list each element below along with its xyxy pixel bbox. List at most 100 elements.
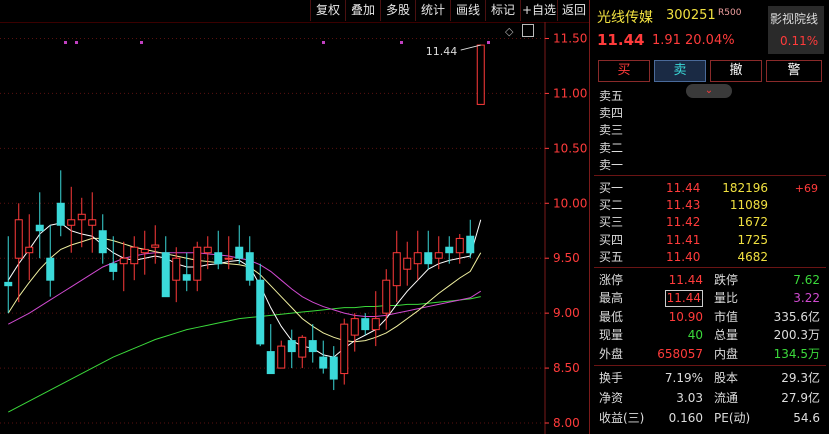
panel-toggle-icon[interactable] xyxy=(522,24,534,37)
sector-box[interactable]: 影视院线 0.11% xyxy=(768,6,824,54)
buy-button[interactable]: 买 xyxy=(598,60,650,82)
order-book-row[interactable]: 买一 11.44 182196 +69 xyxy=(590,180,829,197)
order-book-row[interactable]: 买四 11.41 1725 xyxy=(590,232,829,249)
order-book-row[interactable]: 卖四 xyxy=(590,105,829,122)
candle xyxy=(319,340,328,374)
candle xyxy=(413,230,422,281)
candle-body xyxy=(56,202,65,226)
y-tick-label: 10.00 xyxy=(553,196,587,210)
candle-body xyxy=(193,246,202,281)
order-volume: 1672 xyxy=(737,215,768,230)
candle xyxy=(476,44,485,105)
y-tick-label: 8.50 xyxy=(553,361,580,375)
toolbar-back-button[interactable]: 返回 xyxy=(557,0,590,21)
y-tick-label: 11.50 xyxy=(553,31,587,45)
toolbar-overlay-button[interactable]: 叠加 xyxy=(345,0,380,21)
order-level-label: 卖四 xyxy=(599,106,624,121)
order-book-row[interactable]: 卖二 xyxy=(590,140,829,157)
candle-body xyxy=(403,257,412,270)
order-price: 11.42 xyxy=(666,215,701,230)
candle xyxy=(403,241,412,286)
candle xyxy=(392,230,401,303)
candle xyxy=(350,313,359,352)
order-book-row[interactable]: 卖三 xyxy=(590,122,829,139)
diamond-icon[interactable]: ◇ xyxy=(505,25,513,38)
order-volume: 4682 xyxy=(737,249,768,264)
sector-change: 0.11% xyxy=(780,34,819,48)
toolbar-multi-stock-button[interactable]: 多股 xyxy=(380,0,415,21)
candle-body xyxy=(287,340,296,353)
order-level-label: 卖二 xyxy=(599,140,624,155)
candle-body xyxy=(235,246,244,259)
stat-label: 量比 xyxy=(714,291,739,306)
candlestick-chart[interactable]: 11.50 11.00 10.50 10.00 9.50 9.00 8.50 8.00 11.… xyxy=(0,22,589,434)
order-level-label: 卖五 xyxy=(599,89,624,103)
stats-divider xyxy=(594,365,826,366)
order-book-row[interactable]: 卖一 xyxy=(590,157,829,174)
order-volume: 1725 xyxy=(737,232,768,247)
order-book-row[interactable]: 买三 11.42 1672 xyxy=(590,214,829,231)
candle-body xyxy=(371,318,380,331)
fundamental-row: 收益(三) 0.160 PE(动) 54.6 xyxy=(590,410,829,427)
candle-body xyxy=(266,351,275,375)
sector-name: 影视院线 xyxy=(770,12,819,26)
candle-body xyxy=(35,224,44,232)
order-book-row[interactable]: 买五 11.40 4682 xyxy=(590,249,829,266)
candle-body xyxy=(298,336,307,358)
candle-body xyxy=(308,340,317,353)
candle-body xyxy=(256,279,265,345)
stat-value: 29.3亿 xyxy=(781,371,820,385)
y-tick-label: 11.00 xyxy=(553,86,587,100)
candle-body xyxy=(161,252,170,298)
candle-body xyxy=(434,252,443,259)
toolbar-add-watchlist-button[interactable]: +自选 xyxy=(520,0,557,21)
candle xyxy=(88,192,97,253)
toolbar-statistics-button[interactable]: 统计 xyxy=(415,0,450,21)
toolbar-mark-button[interactable]: 标记 xyxy=(485,0,520,21)
candle xyxy=(277,340,286,369)
stat-row: 现量 40 总量 200.3万 xyxy=(590,327,829,344)
candle-body xyxy=(25,246,34,254)
order-level-label: 买二 xyxy=(599,198,624,213)
alert-button[interactable]: 警 xyxy=(766,60,822,82)
candle-body xyxy=(329,356,338,380)
candle-body xyxy=(382,279,391,314)
order-book-row[interactable]: 卖五 xyxy=(590,88,829,105)
ma5-line xyxy=(7,219,482,358)
event-marker xyxy=(400,41,403,44)
order-level-label: 买三 xyxy=(599,215,624,230)
order-book-row[interactable]: 买二 11.43 11089 xyxy=(590,197,829,214)
order-volume: 182196 xyxy=(722,181,768,195)
stat-value: 10.90 xyxy=(668,309,703,324)
stat-value: 40 xyxy=(687,328,703,343)
candle-body xyxy=(67,219,76,226)
stat-value: 7.19% xyxy=(664,371,703,385)
stat-value: 134.5万 xyxy=(773,346,820,361)
candle-body xyxy=(182,274,191,281)
sell-button[interactable]: 卖 xyxy=(654,60,706,82)
ma10-line xyxy=(7,237,482,343)
candle xyxy=(4,236,13,314)
candle-body xyxy=(476,44,485,105)
candle-body xyxy=(361,318,370,331)
candle xyxy=(466,219,475,259)
candle xyxy=(287,329,296,369)
candle-body xyxy=(203,246,212,254)
candle xyxy=(56,170,65,237)
toolbar-draw-line-button[interactable]: 画线 xyxy=(450,0,485,21)
order-level-label: 卖一 xyxy=(599,157,624,172)
cancel-order-button[interactable]: 撤 xyxy=(710,60,762,82)
stat-label: 收益(三) xyxy=(599,411,645,425)
order-volume: 11089 xyxy=(729,198,768,213)
toolbar-restore-rights-button[interactable]: 复权 xyxy=(310,0,345,21)
order-price: 11.40 xyxy=(666,249,701,264)
price-change: 1.91 xyxy=(652,33,681,48)
event-marker xyxy=(64,41,67,44)
y-tick-label: 9.00 xyxy=(553,306,580,320)
stat-value: 200.3万 xyxy=(773,328,820,343)
stat-value: 3.03 xyxy=(676,391,703,405)
candle-body xyxy=(140,248,149,254)
stat-label: 最低 xyxy=(599,309,624,324)
quote-panel: 光线传媒 300251 R500 11.44 1.91 20.04% 影视院线 … xyxy=(589,0,829,434)
candle-body xyxy=(224,257,233,260)
